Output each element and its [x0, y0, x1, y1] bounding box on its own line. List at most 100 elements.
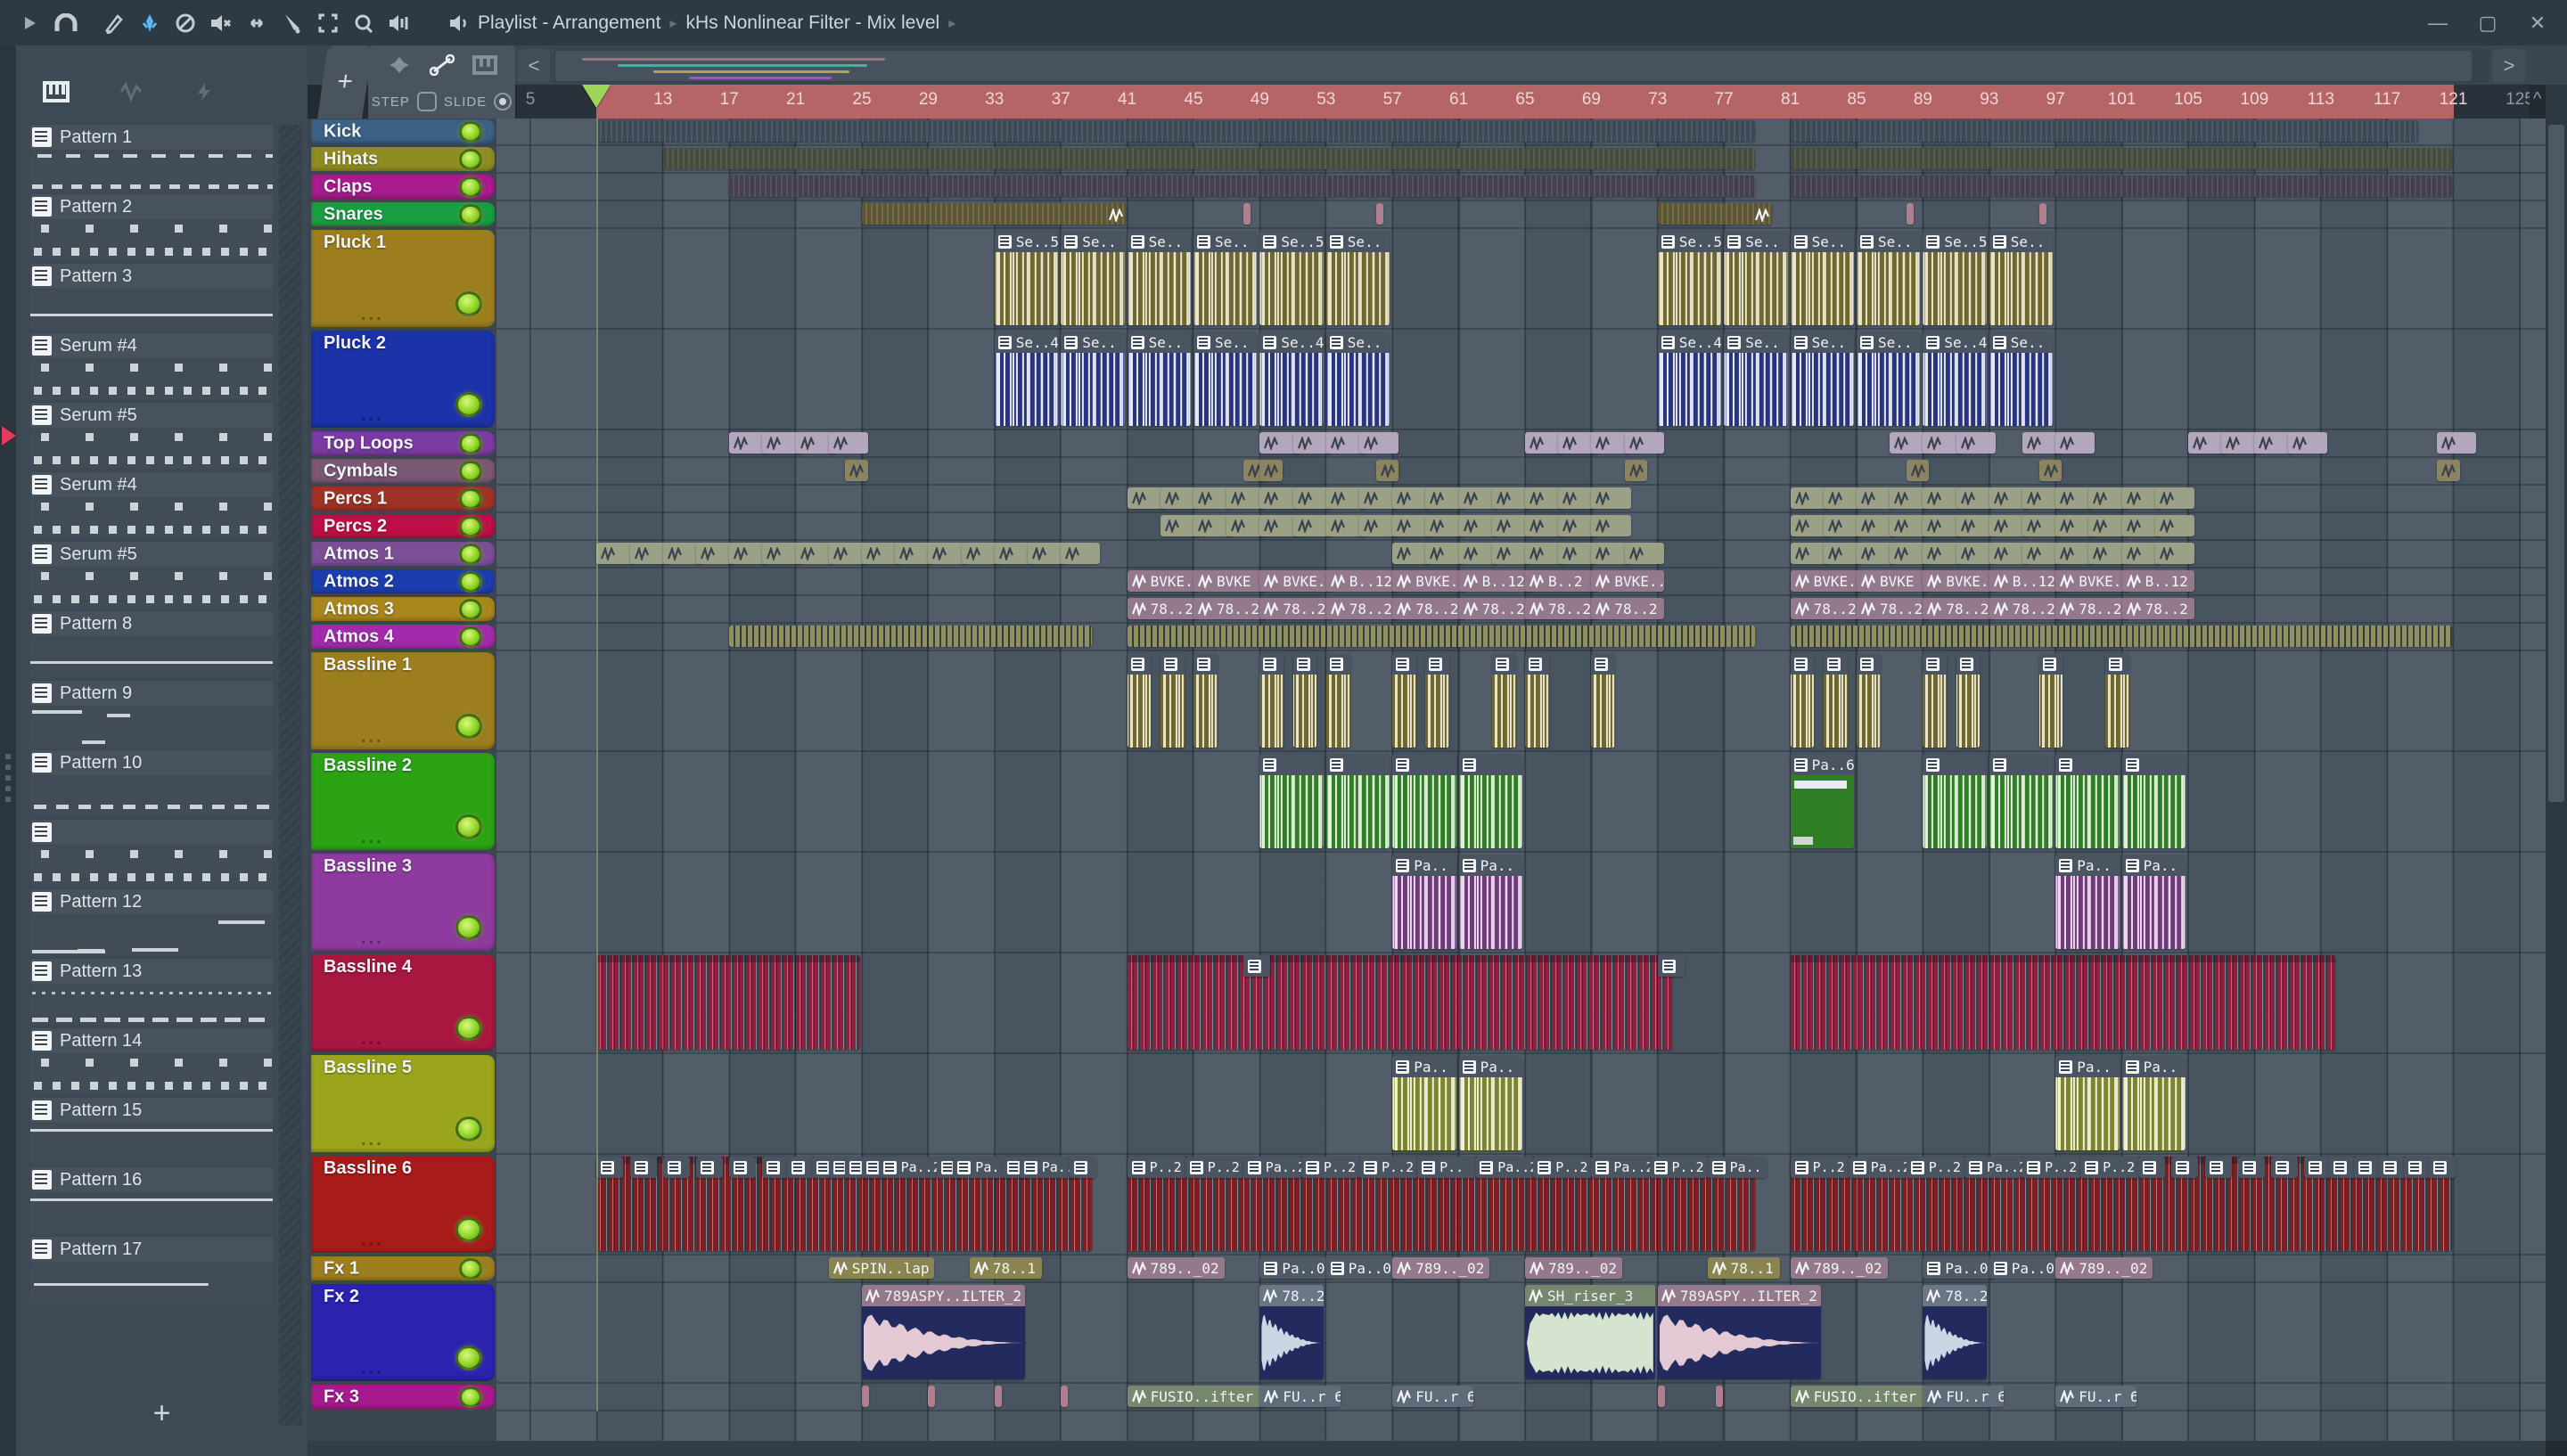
clip-audio-small[interactable]: [1624, 432, 1664, 454]
pattern-entry[interactable]: Serum #4: [30, 472, 273, 538]
clip-chip[interactable]: [1242, 955, 1270, 977]
clip-chip[interactable]: [2138, 1157, 2166, 1178]
clip-audio-labeled[interactable]: 78..2: [1392, 598, 1465, 619]
clip-pattern[interactable]: [1259, 653, 1284, 748]
pattern-entry-header[interactable]: Pattern 17: [30, 1237, 273, 1262]
clip-audio-small[interactable]: [2437, 460, 2460, 481]
clip-labeled[interactable]: FUSIO..ifter 8: [1790, 1386, 1930, 1407]
clip-labeled[interactable]: FUSIO..ifter 8: [1127, 1386, 1267, 1407]
clip-audio-wave[interactable]: 78..2: [1923, 1285, 1987, 1379]
horizontal-scrollbar[interactable]: [554, 49, 2489, 83]
lane-fx-1[interactable]: SPIN..lap 78..1 789.._02 Pa..0 Pa..0 789.._02…: [496, 1256, 2546, 1283]
clip-audio-small[interactable]: [845, 460, 868, 481]
clip-audio-small[interactable]: [2154, 487, 2194, 509]
pattern-entry[interactable]: Pattern 9: [30, 681, 273, 747]
pattern-entry-header[interactable]: Pattern 8: [30, 611, 273, 636]
clip-chip[interactable]: [696, 1157, 723, 1178]
lane-atmos-4[interactable]: [496, 624, 2546, 651]
clip-tick[interactable]: [928, 1386, 936, 1407]
clip-chip[interactable]: [2403, 1157, 2431, 1178]
clip-audio-small[interactable]: [1956, 432, 1996, 454]
clip-chip[interactable]: P..2: [1649, 1157, 1709, 1178]
clip-pattern[interactable]: [1857, 653, 1881, 748]
track-mute-led[interactable]: [459, 203, 482, 225]
clip-pattern[interactable]: Se..: [1325, 231, 1390, 325]
clip-labeled[interactable]: FU..r 6: [1392, 1386, 1473, 1407]
lane-pluck-2[interactable]: Se..4 Se.. Se.. Se.. Se..4 Se.. Se..4 Se.. Se.. S…: [496, 330, 2546, 430]
pattern-entry[interactable]: Pattern 8: [30, 611, 273, 677]
lane-bassline-2[interactable]: Pa..6: [496, 752, 2546, 853]
clip-audio-small[interactable]: [2154, 515, 2194, 536]
clip-tick[interactable]: [1715, 1386, 1723, 1407]
pattern-entry[interactable]: Serum #5: [30, 542, 273, 608]
clip-chip[interactable]: Pa..2: [1848, 1157, 1907, 1178]
clip-loop[interactable]: [729, 176, 1756, 197]
track-mute-led[interactable]: [455, 392, 482, 417]
clip-audio-small[interactable]: [1624, 543, 1664, 564]
clip-tick[interactable]: [1375, 203, 1383, 225]
track-mute-led[interactable]: [455, 1016, 482, 1041]
lane-hihats[interactable]: [496, 146, 2546, 174]
clip-pattern[interactable]: Pa..: [1458, 855, 1522, 949]
slide-icon[interactable]: [430, 54, 455, 76]
pattern-entry[interactable]: Pattern 2: [30, 194, 273, 260]
pattern-entry[interactable]: Serum #5: [30, 403, 273, 469]
clip-chip[interactable]: [662, 1157, 690, 1178]
vertical-scrollbar-thumb[interactable]: [2548, 125, 2564, 802]
clip-dense-loop[interactable]: [1127, 955, 1673, 1050]
clip-pattern[interactable]: Se..4: [994, 331, 1059, 426]
clip-chip[interactable]: [596, 1157, 624, 1178]
clip-dense-loop[interactable]: [1127, 626, 1756, 647]
track-header-bassline-3[interactable]: Bassline 3...: [311, 854, 495, 951]
slide-radio[interactable]: [494, 93, 513, 110]
clip-chip[interactable]: [2204, 1157, 2232, 1178]
clip-labeled[interactable]: 78..1: [969, 1257, 1043, 1279]
clip-chip[interactable]: Pa..: [1707, 1157, 1767, 1178]
clip-audio-small[interactable]: [2154, 543, 2194, 564]
pattern-entry[interactable]: [30, 820, 273, 886]
zoom-select-icon[interactable]: [310, 7, 346, 39]
clip-audio-wave[interactable]: 789ASPY..ILTER_2: [1657, 1285, 1821, 1379]
pattern-entry[interactable]: Serum #4: [30, 333, 273, 399]
pattern-entry-header[interactable]: Pattern 13: [30, 959, 273, 984]
pattern-entry-header[interactable]: Pattern 15: [30, 1098, 273, 1123]
clip-chip[interactable]: Pa..2: [1475, 1157, 1535, 1178]
clip-pattern[interactable]: Se..5: [1923, 231, 1987, 325]
pattern-entry-header[interactable]: Serum #5: [30, 542, 273, 567]
clip-pattern[interactable]: Se..: [1061, 231, 1125, 325]
scroll-left-button[interactable]: <: [518, 49, 550, 83]
track-header-atmos-2[interactable]: Atmos 2: [311, 569, 495, 593]
track-mute-led[interactable]: [459, 148, 482, 170]
pattern-entry-header[interactable]: Pattern 10: [30, 750, 273, 775]
clip-audio-labeled[interactable]: B..2: [1525, 570, 1598, 592]
clip-pattern[interactable]: Se..: [1127, 231, 1191, 325]
paint-tool-icon[interactable]: [132, 7, 168, 39]
lane-atmos-3[interactable]: 78..2 78..2 78..2 78..2 78..2 78..2 78..2 78..2…: [496, 596, 2546, 624]
pattern-entry-header[interactable]: Pattern 2: [30, 194, 273, 219]
clip-pattern[interactable]: Se..5: [1657, 231, 1722, 325]
pattern-entry-header[interactable]: Serum #4: [30, 333, 273, 358]
clip-audio-labeled[interactable]: BVKE.: [1259, 570, 1333, 592]
vertical-scrollbar[interactable]: [2546, 85, 2567, 1441]
clip-pattern[interactable]: [1193, 653, 1218, 748]
clip-dense-loop[interactable]: [596, 955, 860, 1050]
clip-pattern[interactable]: [2105, 653, 2129, 748]
lane-fx-2[interactable]: 789ASPY..ILTER_2 78..2 SH_riser_3 789ASPY..…: [496, 1283, 2546, 1384]
clip-audio-small[interactable]: [828, 432, 868, 454]
track-mute-led[interactable]: [459, 1386, 482, 1408]
clip-labeled[interactable]: 78..1: [1707, 1257, 1780, 1279]
clip-pattern[interactable]: Pa..: [2055, 855, 2120, 949]
clip-audio-labeled[interactable]: 78..2: [1790, 598, 1863, 619]
pattern-entry[interactable]: Pattern 1: [30, 125, 273, 191]
clip-chip[interactable]: [1069, 1157, 1096, 1178]
track-mute-led[interactable]: [459, 570, 482, 593]
clip-audio-small[interactable]: [1375, 460, 1399, 481]
clip-pattern[interactable]: Se..: [1989, 331, 2054, 426]
clip-pattern[interactable]: [1956, 653, 1981, 748]
clip-audio-labeled[interactable]: B..12: [1458, 570, 1531, 592]
clip-pattern[interactable]: [1923, 653, 1948, 748]
clip-dense-loop[interactable]: [729, 626, 1093, 647]
pattern-entry-header[interactable]: [30, 820, 273, 845]
clip-chip[interactable]: [729, 1157, 757, 1178]
add-pattern-button[interactable]: +: [16, 1396, 308, 1431]
